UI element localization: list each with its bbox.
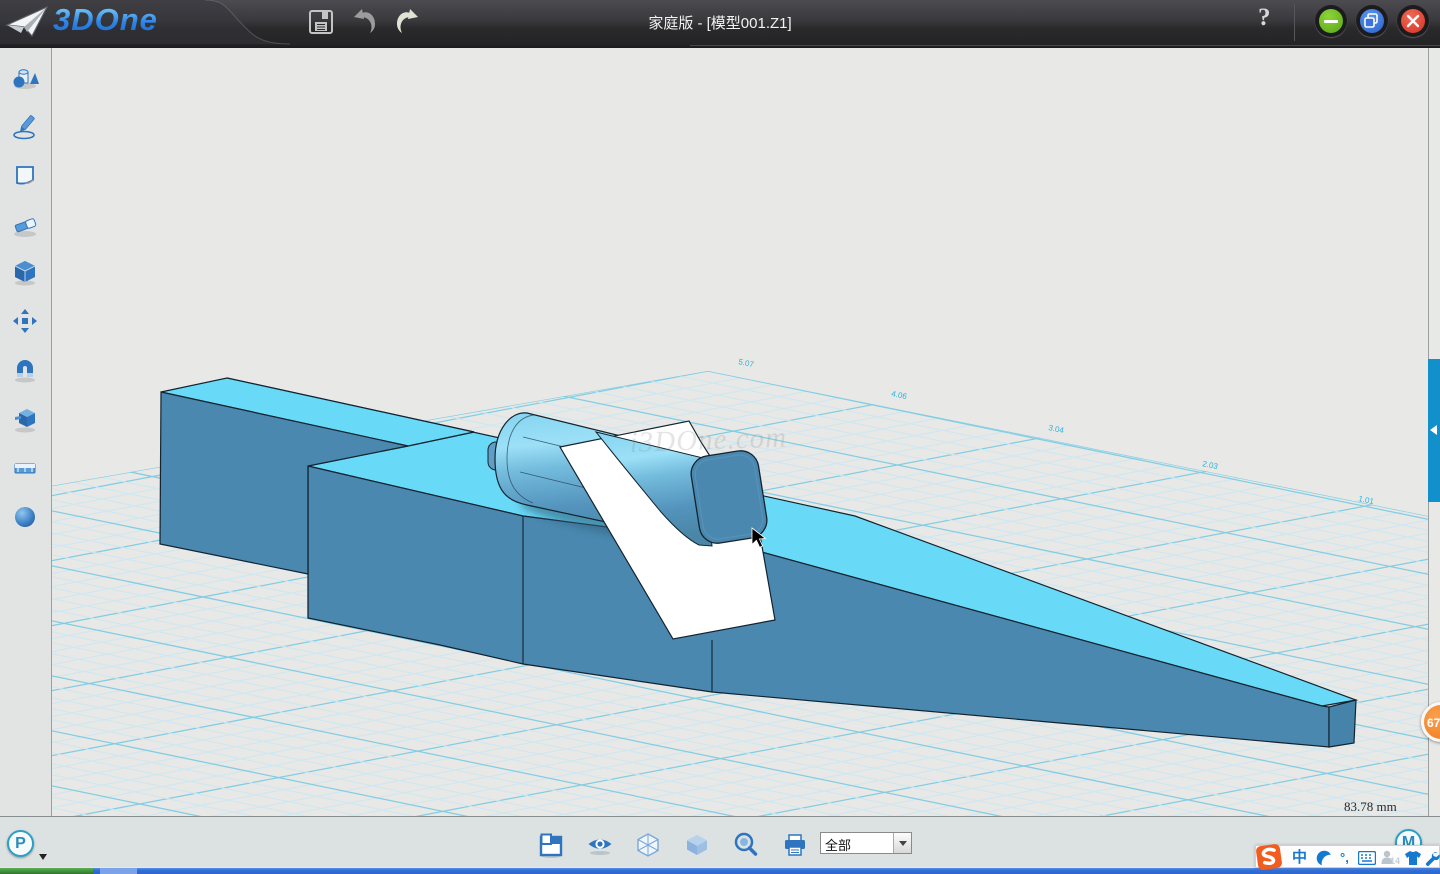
svg-text:83.78 mm: 83.78 mm xyxy=(1344,799,1397,814)
svg-text:5.07: 5.07 xyxy=(738,357,756,369)
svg-text:14: 14 xyxy=(1390,856,1400,866)
svg-text:3.04: 3.04 xyxy=(1048,423,1066,435)
svg-text:1.01: 1.01 xyxy=(1358,494,1376,506)
svg-text:i3DOne.com: i3DOne.com xyxy=(629,422,787,459)
svg-text:2.03: 2.03 xyxy=(1202,459,1220,471)
svg-text:4.06: 4.06 xyxy=(891,389,909,401)
